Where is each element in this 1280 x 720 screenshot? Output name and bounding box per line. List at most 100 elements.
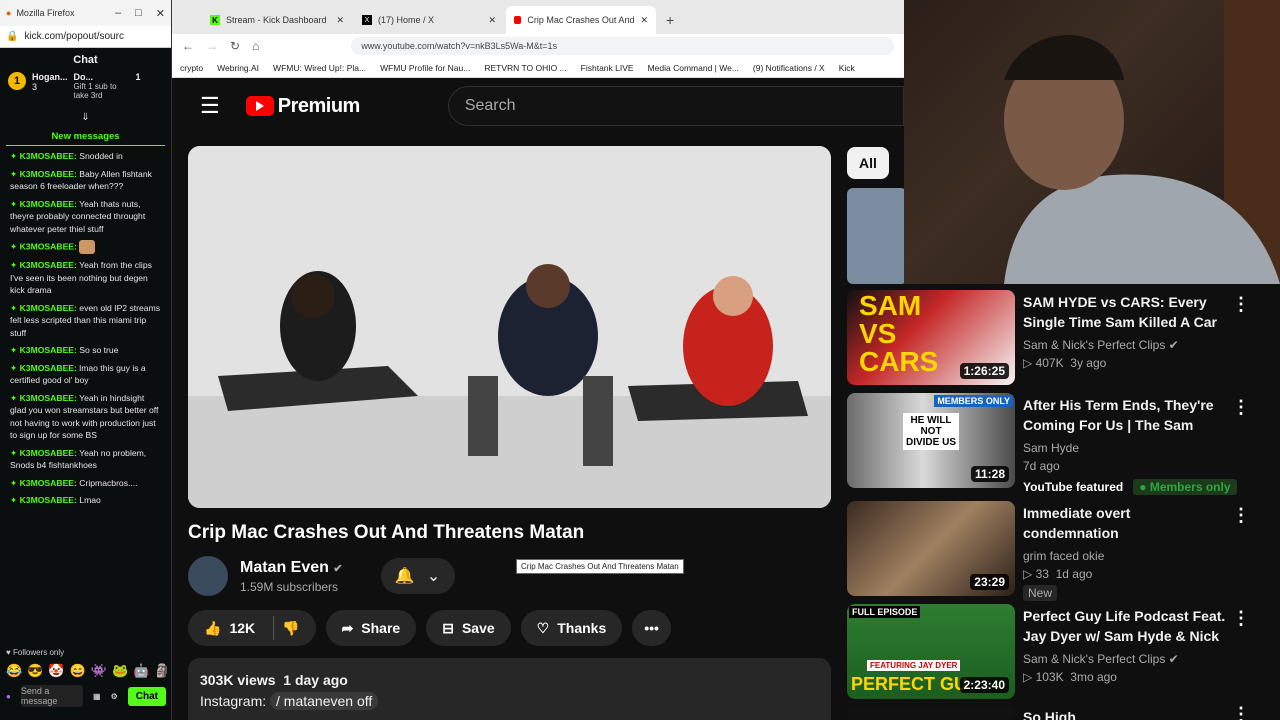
- reload-icon[interactable]: ↻: [230, 39, 240, 53]
- emote-icon[interactable]: 🐸: [112, 663, 128, 679]
- video-thumbnail[interactable]: SAM VS CARS 1:26:25: [847, 290, 1015, 385]
- video-title[interactable]: So High: [1023, 707, 1228, 720]
- new-tab-icon[interactable]: +: [658, 12, 682, 34]
- bookmark-item[interactable]: WFMU: Wired Up!: Pla...: [273, 63, 366, 73]
- emote-icon[interactable]: 🤖: [133, 663, 149, 679]
- forward-icon[interactable]: →: [206, 39, 218, 53]
- like-button[interactable]: 👍 12K 👎: [188, 610, 316, 646]
- chat-message: ✦ K3MOSABEE: So so true: [10, 344, 161, 357]
- chat-username[interactable]: K3MOSABEE:: [20, 495, 77, 505]
- chat-input[interactable]: Send a message: [20, 685, 84, 707]
- thumbnail-text: FEATURING JAY DYER: [867, 660, 961, 671]
- channel-name[interactable]: grim faced okie: [1023, 549, 1228, 563]
- close-tab-icon[interactable]: ✕: [640, 15, 648, 26]
- notification-bell-button[interactable]: 🔔 ⌄: [380, 558, 455, 594]
- menu-icon[interactable]: ☰: [200, 93, 220, 119]
- bookmark-item[interactable]: WFMU Profile for Nau...: [380, 63, 470, 73]
- recommendation-item[interactable]: 23:29 Immediate overt condemnation grim …: [847, 501, 1280, 601]
- channel-name[interactable]: Matan Even ✔: [240, 559, 343, 577]
- video-title[interactable]: SAM HYDE vs CARS: Every Single Time Sam …: [1023, 292, 1228, 332]
- chat-username[interactable]: K3MOSABEE:: [20, 478, 77, 488]
- video-thumbnail[interactable]: FULL EPISODE FEATURING JAY DYER PERFECT …: [847, 604, 1015, 699]
- tab-kick-dashboard[interactable]: K Stream - Kick Dashboard ✕: [202, 6, 352, 34]
- description-box[interactable]: 303K views 1 day ago Instagram: / matane…: [188, 658, 831, 720]
- emote-icon[interactable]: 😂: [6, 663, 22, 679]
- thumbnail-title: PERFECT GU: [851, 674, 968, 694]
- more-options-icon[interactable]: ⋮: [1232, 706, 1250, 720]
- chat-username[interactable]: K3MOSABEE:: [20, 151, 77, 161]
- bookmark-item[interactable]: RETVRN TO OHIO ...: [484, 63, 566, 73]
- more-actions-button[interactable]: •••: [632, 610, 671, 646]
- close-button[interactable]: ✕: [156, 7, 165, 20]
- back-icon[interactable]: ←: [182, 39, 194, 53]
- chat-username[interactable]: K3MOSABEE:: [20, 241, 77, 251]
- chat-username[interactable]: K3MOSABEE:: [20, 448, 77, 458]
- chat-username[interactable]: K3MOSABEE:: [20, 345, 77, 355]
- home-icon[interactable]: ⌂: [252, 39, 259, 53]
- gift-leaderboard: 1 Hogan... 3 Do... Gift 1 sub to take 3r…: [0, 72, 171, 112]
- chat-username[interactable]: K3MOSABEE:: [20, 169, 77, 179]
- gift-icon[interactable]: ▦: [93, 692, 101, 701]
- emote-icon[interactable]: 😄: [70, 663, 86, 679]
- video-title[interactable]: Immediate overt condemnation: [1023, 503, 1228, 543]
- instagram-link[interactable]: / mataneven off: [270, 692, 379, 710]
- chat-send-button[interactable]: Chat: [127, 686, 166, 706]
- chat-username[interactable]: K3MOSABEE:: [20, 393, 77, 403]
- youtube-logo[interactable]: Premium: [245, 95, 360, 118]
- more-options-icon[interactable]: ⋮: [1232, 397, 1250, 418]
- tab-youtube[interactable]: Crip Mac Crashes Out And ✕: [506, 6, 656, 34]
- search-input[interactable]: Search: [447, 86, 904, 126]
- play-icon: ▷: [1023, 356, 1033, 370]
- chat-username[interactable]: K3MOSABEE:: [20, 363, 77, 373]
- thumbs-down-icon[interactable]: 👎: [282, 620, 299, 637]
- bookmark-item[interactable]: Media Command | We...: [648, 63, 739, 73]
- thanks-button[interactable]: ♡ Thanks: [520, 610, 623, 646]
- more-options-icon[interactable]: ⋮: [1232, 294, 1250, 315]
- chat-username[interactable]: K3MOSABEE:: [20, 260, 77, 270]
- settings-icon[interactable]: ⚙: [111, 692, 118, 701]
- video-player[interactable]: [188, 146, 831, 508]
- recommendation-item[interactable]: So High ⋮: [847, 706, 1280, 720]
- bookmark-item[interactable]: Webring.AI: [217, 63, 259, 73]
- video-thumbnail[interactable]: MEMBERS ONLY HE WILL NOT DIVIDE US 11:28: [847, 393, 1015, 488]
- partial-thumbnail[interactable]: [847, 188, 904, 284]
- bookmark-item[interactable]: Kick: [839, 63, 855, 73]
- recommendation-item[interactable]: FULL EPISODE FEATURING JAY DYER PERFECT …: [847, 604, 1280, 704]
- emote-icon[interactable]: 🤡: [48, 663, 64, 679]
- channel-name[interactable]: Sam & Nick's Perfect Clips ✔: [1023, 338, 1228, 352]
- emote-bar[interactable]: 😂 😎 🤡 😄 👾 🐸 🤖 🗿: [0, 663, 172, 679]
- bookmark-item[interactable]: (9) Notifications / X: [753, 63, 825, 73]
- featured-row: YouTube featured ● Members only: [1023, 479, 1263, 495]
- mic-icon[interactable]: ●: [6, 692, 11, 701]
- bookmark-item[interactable]: crypto: [180, 63, 203, 73]
- video-title[interactable]: After His Term Ends, They're Coming For …: [1023, 395, 1228, 435]
- more-options-icon[interactable]: ⋮: [1232, 505, 1250, 526]
- emote-icon[interactable]: 🗿: [154, 663, 170, 679]
- url-field[interactable]: www.youtube.com/watch?v=nkB3Ls5Wa-M&t=1s: [351, 37, 894, 55]
- recommendation-item[interactable]: MEMBERS ONLY HE WILL NOT DIVIDE US 11:28…: [847, 393, 1280, 495]
- minimize-button[interactable]: –: [115, 7, 121, 20]
- close-tab-icon[interactable]: ✕: [488, 15, 496, 26]
- share-button[interactable]: ➦ Share: [325, 610, 417, 646]
- emote-icon[interactable]: 😎: [27, 663, 43, 679]
- channel-name[interactable]: Sam & Nick's Perfect Clips ✔: [1023, 652, 1228, 666]
- chat-text: So so true: [79, 345, 119, 355]
- close-tab-icon[interactable]: ✕: [336, 15, 344, 26]
- recommendation-item[interactable]: SAM VS CARS 1:26:25 SAM HYDE vs CARS: Ever…: [847, 290, 1280, 390]
- maximize-button[interactable]: □: [135, 7, 142, 20]
- save-button[interactable]: ⊟ Save: [426, 610, 511, 646]
- collapse-icon[interactable]: ⇓: [0, 112, 171, 123]
- tab-x-home[interactable]: X (17) Home / X ✕: [354, 6, 504, 34]
- bookmark-item[interactable]: Fishtank LIVE: [581, 63, 634, 73]
- video-title[interactable]: Perfect Guy Life Podcast Feat. Jay Dyer …: [1023, 606, 1228, 646]
- chat-urlbar[interactable]: 🔒 kick.com/popout/sourc: [0, 26, 171, 48]
- channel-avatar[interactable]: [188, 556, 228, 596]
- chat-username[interactable]: K3MOSABEE:: [20, 303, 77, 313]
- video-thumbnail[interactable]: [847, 706, 1015, 720]
- chip-all[interactable]: All: [847, 147, 889, 179]
- emote-icon[interactable]: 👾: [91, 663, 107, 679]
- channel-name[interactable]: Sam Hyde: [1023, 441, 1228, 455]
- more-options-icon[interactable]: ⋮: [1232, 608, 1250, 629]
- video-thumbnail[interactable]: 23:29: [847, 501, 1015, 596]
- chat-username[interactable]: K3MOSABEE:: [20, 199, 77, 209]
